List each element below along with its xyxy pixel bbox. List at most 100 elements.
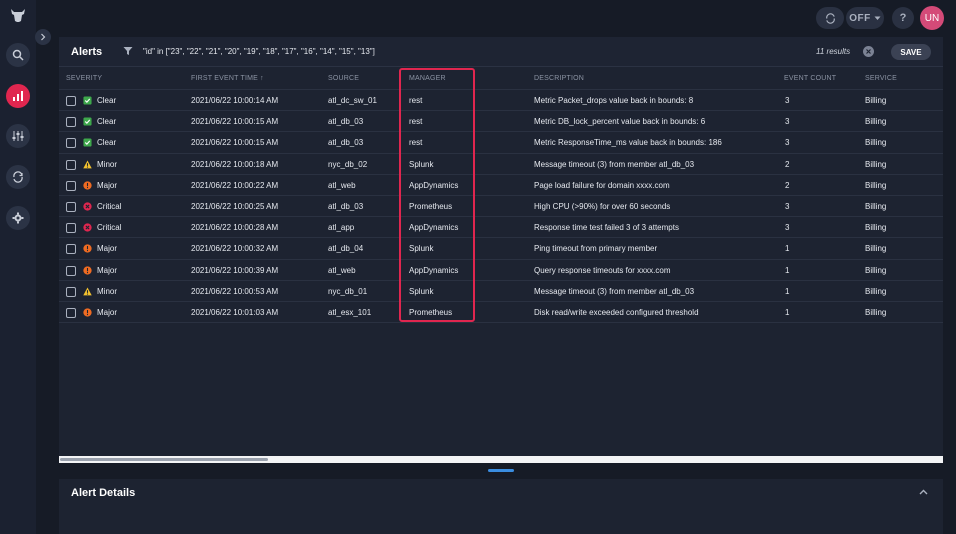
panel-title: Alerts	[71, 46, 103, 58]
avatar[interactable]: UN	[920, 6, 944, 30]
table-row[interactable]: Major 2021/06/22 10:00:22 AM atl_web AppDyn…	[59, 173, 943, 195]
resize-handle[interactable]	[488, 469, 514, 472]
chevron-up-icon[interactable]	[919, 489, 928, 495]
cell-source: atl_web	[328, 180, 356, 190]
table-row[interactable]: Clear 2021/06/22 10:00:15 AM atl_db_03 rest…	[59, 131, 943, 152]
cell-description: Metric DB_lock_percent value back in bou…	[534, 117, 706, 127]
cell-time: 2021/06/22 10:00:22 AM	[191, 180, 279, 190]
cell-description: Metric ResponseTime_ms value back in bou…	[534, 138, 722, 148]
cell-description: Ping timeout from primary member	[534, 244, 658, 254]
cell-time: 2021/06/22 10:00:18 AM	[191, 159, 279, 169]
auto-refresh-toggle[interactable]: OFF	[846, 7, 884, 29]
row-checkbox[interactable]	[66, 265, 76, 276]
cell-service: Billing	[865, 159, 887, 169]
warning-icon	[83, 160, 92, 168]
cell-service: Billing	[865, 202, 887, 211]
cell-service: Billing	[865, 265, 887, 275]
col-event-count[interactable]: EVENT COUNT	[784, 75, 836, 82]
cell-source: atl_esx_101	[328, 308, 372, 317]
cell-description: Response time test failed 3 of 3 attempt…	[534, 223, 679, 233]
cell-time: 2021/06/22 10:00:14 AM	[191, 96, 279, 105]
cell-source: atl_db_03	[328, 138, 364, 148]
col-severity[interactable]: SEVERITY	[66, 75, 102, 82]
scrollbar-thumb[interactable]	[60, 458, 268, 461]
clear-check-icon	[83, 138, 92, 147]
cell-time: 2021/06/22 10:00:28 AM	[191, 223, 279, 233]
cell-source: nyc_db_01	[328, 286, 368, 296]
cell-source: atl_db_03	[328, 117, 364, 127]
col-service[interactable]: SERVICE	[865, 75, 897, 82]
cell-severity: Major	[97, 180, 118, 190]
cell-time: 2021/06/22 10:00:15 AM	[191, 117, 279, 127]
chevron-down-icon	[874, 16, 881, 20]
cell-source: atl_db_04	[328, 244, 364, 254]
refresh-button[interactable]	[816, 7, 844, 29]
col-description[interactable]: DESCRIPTION	[534, 75, 584, 82]
table-row[interactable]: Clear 2021/06/22 10:00:14 AM atl_dc_sw_01 r…	[59, 89, 943, 110]
cell-count: 3	[785, 117, 790, 127]
chevron-right-icon[interactable]	[35, 29, 51, 45]
cell-severity: Major	[97, 308, 118, 317]
help-button[interactable]: ?	[892, 7, 914, 29]
table-row[interactable]: Major 2021/06/22 10:00:39 AM atl_web AppDyn…	[59, 258, 943, 280]
row-checkbox[interactable]	[66, 286, 76, 297]
table-row[interactable]: Critical 2021/06/22 10:00:25 AM atl_db_03 P…	[59, 195, 943, 216]
details-title: Alert Details	[71, 487, 136, 499]
clear-icon[interactable]	[863, 46, 874, 57]
row-checkbox[interactable]	[66, 308, 76, 318]
col-first-event-time[interactable]: FIRST EVENT TIME ↑	[191, 75, 264, 82]
cell-count: 3	[785, 223, 790, 233]
save-button[interactable]: SAVE	[891, 44, 931, 60]
gear-icon[interactable]	[6, 206, 30, 230]
table-row[interactable]: Minor 2021/06/22 10:00:53 AM nyc_db_01 Splu…	[59, 279, 943, 301]
row-checkbox[interactable]	[66, 117, 76, 128]
table-row[interactable]: Critical 2021/06/22 10:00:28 AM atl_app App…	[59, 216, 943, 237]
cell-severity: Clear	[97, 117, 117, 127]
table-row[interactable]: Clear 2021/06/22 10:00:15 AM atl_db_03 rest…	[59, 110, 943, 131]
search-icon[interactable]	[6, 43, 30, 67]
table-end-divider	[59, 322, 943, 324]
critical-alert-icon	[83, 202, 92, 211]
cell-service: Billing	[865, 96, 887, 105]
clear-check-icon	[83, 117, 92, 126]
table-row[interactable]: Major 2021/06/22 10:00:32 AM atl_db_04 Splu…	[59, 237, 943, 258]
cell-time: 2021/06/22 10:00:53 AM	[191, 286, 279, 296]
cell-time: 2021/06/22 10:01:03 AM	[191, 308, 279, 317]
dashboard-icon[interactable]	[6, 84, 30, 108]
row-checkbox[interactable]	[66, 244, 76, 255]
filter-query[interactable]: "id" in ["23", "22", "21", "20", "19", "…	[143, 47, 375, 56]
cell-count: 3	[785, 202, 790, 211]
row-checkbox[interactable]	[66, 159, 76, 170]
row-checkbox[interactable]	[66, 180, 76, 191]
row-checkbox[interactable]	[66, 96, 76, 106]
bull-logo-icon[interactable]	[6, 3, 30, 27]
cell-severity: Major	[97, 265, 118, 275]
cell-service: Billing	[865, 244, 887, 254]
cell-description: Message timeout (3) from member atl_db_0…	[534, 159, 695, 169]
cell-service: Billing	[865, 180, 887, 190]
results-count: 11 results	[816, 47, 851, 56]
row-checkbox[interactable]	[66, 202, 76, 212]
table-row[interactable]: Major 2021/06/22 10:01:03 AM atl_esx_101 Pr…	[59, 301, 943, 322]
cell-description: Query response timeouts for xxxx.com	[534, 265, 671, 275]
row-checkbox[interactable]	[66, 138, 76, 149]
cell-service: Billing	[865, 117, 887, 127]
cell-description: Metric Packet_drops value back in bounds…	[534, 96, 694, 105]
alerts-panel: Alerts "id" in ["23", "22", "21", "20", …	[59, 37, 943, 462]
sliders-icon[interactable]	[6, 124, 30, 148]
major-alert-icon	[83, 181, 92, 190]
row-checkbox[interactable]	[66, 223, 76, 234]
sidebar	[0, 0, 36, 534]
cell-severity: Critical	[97, 202, 122, 211]
cell-count: 2	[785, 180, 790, 190]
cell-description: Disk read/write exceeded configured thre…	[534, 308, 699, 317]
cell-count: 3	[785, 96, 790, 105]
cell-source: atl_web	[328, 265, 356, 275]
sync-icon[interactable]	[6, 165, 30, 189]
cell-source: atl_dc_sw_01	[328, 96, 377, 105]
cell-description: Page load failure for domain xxxx.com	[534, 180, 670, 190]
table-row[interactable]: Minor 2021/06/22 10:00:18 AM nyc_db_02 Splu…	[59, 152, 943, 174]
col-source[interactable]: SOURCE	[328, 75, 359, 82]
filter-icon[interactable]	[123, 46, 133, 56]
cell-severity: Major	[97, 244, 118, 254]
